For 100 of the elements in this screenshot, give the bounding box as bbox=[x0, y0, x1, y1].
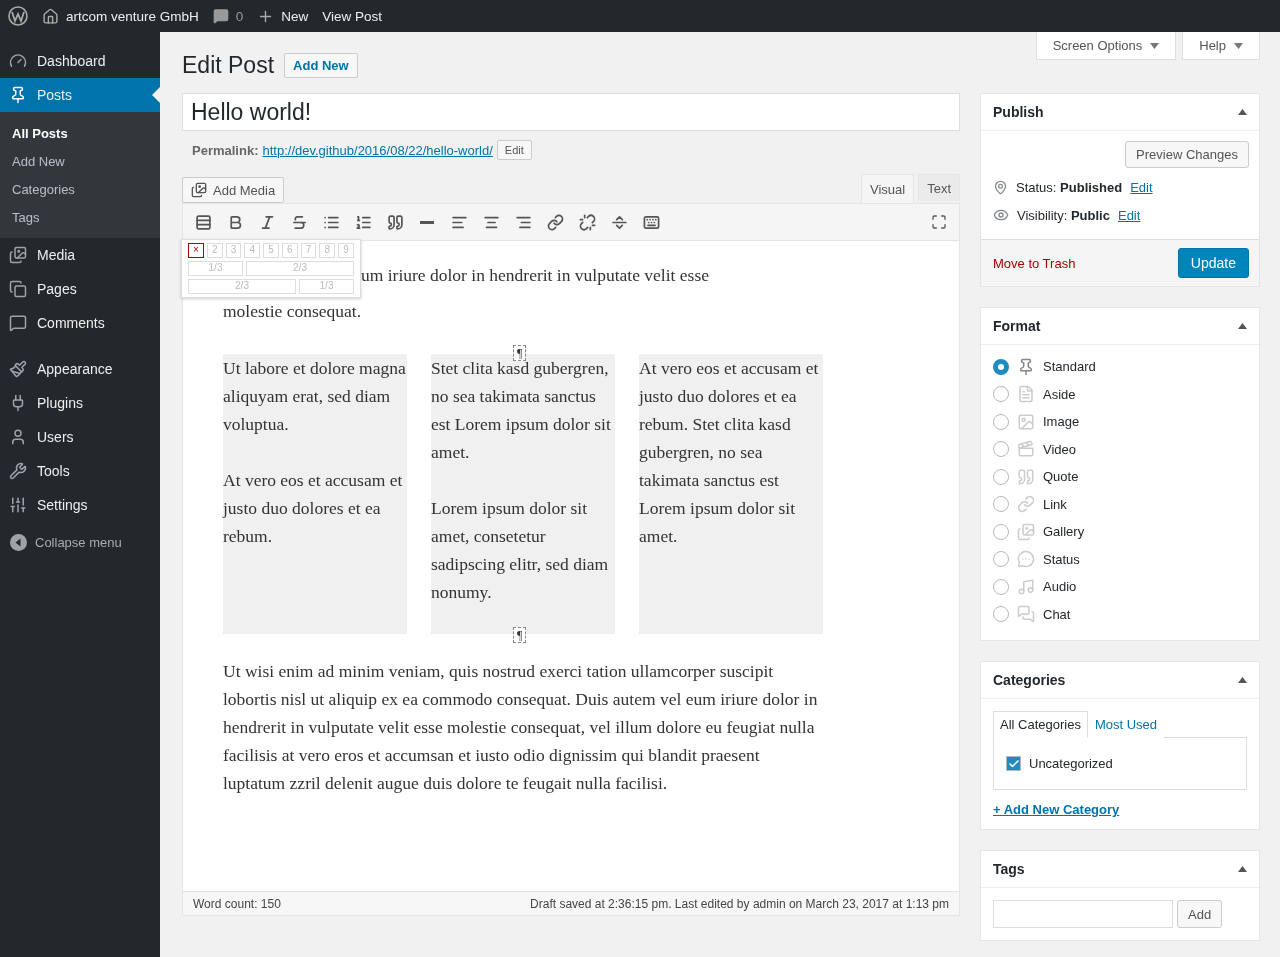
new-link[interactable]: New bbox=[281, 8, 309, 24]
menu-item[interactable]: Posts bbox=[0, 78, 160, 112]
preview-button[interactable]: Preview Changes bbox=[1125, 141, 1249, 168]
screen-tab-button[interactable]: Screen Options bbox=[1035, 32, 1177, 60]
image-icon bbox=[1017, 412, 1035, 431]
permalink-link[interactable]: http://dev.github/2016/08/22/hello-world/ bbox=[262, 142, 493, 158]
box-header[interactable]: Publish bbox=[981, 94, 1259, 131]
radio-button[interactable] bbox=[993, 468, 1009, 485]
format-label[interactable]: Gallery bbox=[1043, 524, 1085, 540]
submenu-item[interactable]: All Posts bbox=[0, 119, 160, 147]
format-label[interactable]: Audio bbox=[1043, 579, 1077, 595]
gallery-icon bbox=[1017, 522, 1035, 541]
submenu-item[interactable]: Tags bbox=[0, 203, 160, 231]
edit-link[interactable]: Edit bbox=[1130, 180, 1153, 195]
wrench-icon bbox=[9, 462, 27, 480]
radio-button[interactable] bbox=[993, 386, 1009, 403]
format-label[interactable]: Status bbox=[1043, 551, 1080, 567]
video-icon bbox=[1017, 440, 1035, 459]
edit-permalink-button[interactable]: Edit bbox=[496, 140, 532, 160]
radio-button[interactable] bbox=[993, 578, 1009, 595]
menu-item[interactable]: Comments bbox=[0, 306, 160, 340]
box-title: Format bbox=[993, 318, 1041, 334]
update-button[interactable]: Update bbox=[1177, 248, 1249, 278]
sliders-icon bbox=[9, 496, 27, 514]
format-label[interactable]: Video bbox=[1043, 441, 1076, 457]
menu-item[interactable]: Settings bbox=[0, 488, 160, 522]
format-label[interactable]: Image bbox=[1043, 414, 1080, 430]
format-label[interactable]: Quote bbox=[1043, 469, 1079, 485]
add-tag-button[interactable]: Add bbox=[1177, 900, 1223, 928]
menu-item[interactable]: Plugins bbox=[0, 386, 160, 420]
pin-icon bbox=[9, 86, 27, 104]
submenu-item[interactable]: Add New bbox=[0, 147, 160, 175]
screen-tab-button[interactable]: Help bbox=[1182, 32, 1260, 60]
logo-icon[interactable] bbox=[8, 6, 28, 26]
radio-button[interactable] bbox=[993, 441, 1009, 458]
toolbar-toggle-icon bbox=[194, 213, 212, 231]
editor-tab[interactable]: Visual bbox=[860, 174, 915, 203]
radio-button[interactable] bbox=[993, 358, 1009, 375]
add-category-link[interactable]: + Add New Category bbox=[993, 802, 1120, 817]
collapse-menu-button[interactable]: Collapse menu bbox=[0, 522, 160, 551]
add-new-button[interactable]: Add New bbox=[284, 53, 358, 78]
category-tab[interactable]: All Categories bbox=[993, 711, 1088, 738]
trash-link[interactable]: Move to Trash bbox=[993, 255, 1076, 271]
category-label[interactable]: Uncategorized bbox=[1029, 756, 1113, 771]
person-icon bbox=[9, 428, 27, 446]
submenu-item[interactable]: Categories bbox=[0, 175, 160, 203]
collapse-arrow-icon[interactable] bbox=[1238, 677, 1247, 683]
quote-icon bbox=[1017, 467, 1035, 486]
pin-icon bbox=[1017, 357, 1035, 376]
home-icon[interactable] bbox=[42, 7, 59, 25]
read-more-icon bbox=[610, 213, 628, 231]
images-icon bbox=[9, 246, 27, 264]
checkbox[interactable] bbox=[1006, 756, 1021, 771]
paragraph: At vero eos et accusam et justo duo dolores et ea rebum. bbox=[223, 469, 404, 548]
menu-item[interactable]: Appearance bbox=[0, 352, 160, 386]
box-header[interactable]: Tags bbox=[981, 851, 1259, 888]
collapse-arrow-icon[interactable] bbox=[1238, 323, 1247, 329]
format-label[interactable]: Chat bbox=[1043, 606, 1071, 622]
link-icon bbox=[1017, 495, 1035, 514]
visibility-text: Visibility: Public bbox=[1017, 207, 1110, 223]
radio-button[interactable] bbox=[993, 413, 1009, 430]
format-label[interactable]: Aside bbox=[1043, 386, 1076, 402]
collapse-arrow-icon[interactable] bbox=[1238, 866, 1247, 872]
box-header[interactable]: Format bbox=[981, 308, 1259, 345]
pin-icon bbox=[993, 180, 1008, 195]
pages-icon bbox=[9, 280, 27, 298]
paragraph: Lorem ipsum dolor sit amet, consetetur sadipscing elitr, sed diam nonumy. bbox=[431, 497, 610, 604]
radio-button[interactable] bbox=[993, 523, 1009, 540]
collapse-arrow-icon[interactable] bbox=[1238, 109, 1247, 115]
menu-item[interactable]: Pages bbox=[0, 272, 160, 306]
numbered-list-icon bbox=[354, 213, 372, 231]
document-icon bbox=[1017, 385, 1035, 404]
format-label[interactable]: Standard bbox=[1043, 359, 1096, 375]
chat-bubbles-icon bbox=[1017, 605, 1035, 624]
media-icon bbox=[191, 182, 207, 198]
comment-icon[interactable] bbox=[212, 8, 229, 24]
editor-tab[interactable]: Text bbox=[918, 174, 960, 201]
post-title-field[interactable]: Hello world! bbox=[182, 93, 960, 131]
speech-bubble-icon bbox=[1017, 550, 1035, 569]
radio-button[interactable] bbox=[993, 496, 1009, 513]
menu-item[interactable]: Dashboard bbox=[0, 44, 160, 78]
box-header[interactable]: Categories bbox=[981, 662, 1259, 699]
comment-count[interactable]: 0 bbox=[235, 8, 244, 24]
menu-item[interactable]: Media bbox=[0, 238, 160, 272]
paragraph: Ut labore et dolore magna aliquyam erat, sed diam voluptua. bbox=[223, 357, 407, 436]
menu-item[interactable]: Tools bbox=[0, 454, 160, 488]
site-name-link[interactable]: artcom venture GmbH bbox=[66, 8, 199, 24]
format-label[interactable]: Link bbox=[1043, 496, 1067, 512]
page-title: Edit Post bbox=[182, 52, 275, 79]
view-post-link[interactable]: View Post bbox=[322, 8, 383, 24]
radio-button[interactable] bbox=[993, 551, 1009, 568]
tag-input-field[interactable] bbox=[993, 900, 1173, 928]
status-text: Status: Published bbox=[1016, 180, 1123, 195]
radio-button[interactable] bbox=[993, 606, 1009, 623]
add-media-button[interactable]: Add Media bbox=[182, 177, 285, 203]
menu-item[interactable]: Users bbox=[0, 420, 160, 454]
quote-icon bbox=[386, 213, 404, 231]
edit-link[interactable]: Edit bbox=[1117, 207, 1141, 223]
strikethrough-icon bbox=[290, 213, 308, 231]
column-count-option[interactable]: × bbox=[188, 243, 204, 258]
